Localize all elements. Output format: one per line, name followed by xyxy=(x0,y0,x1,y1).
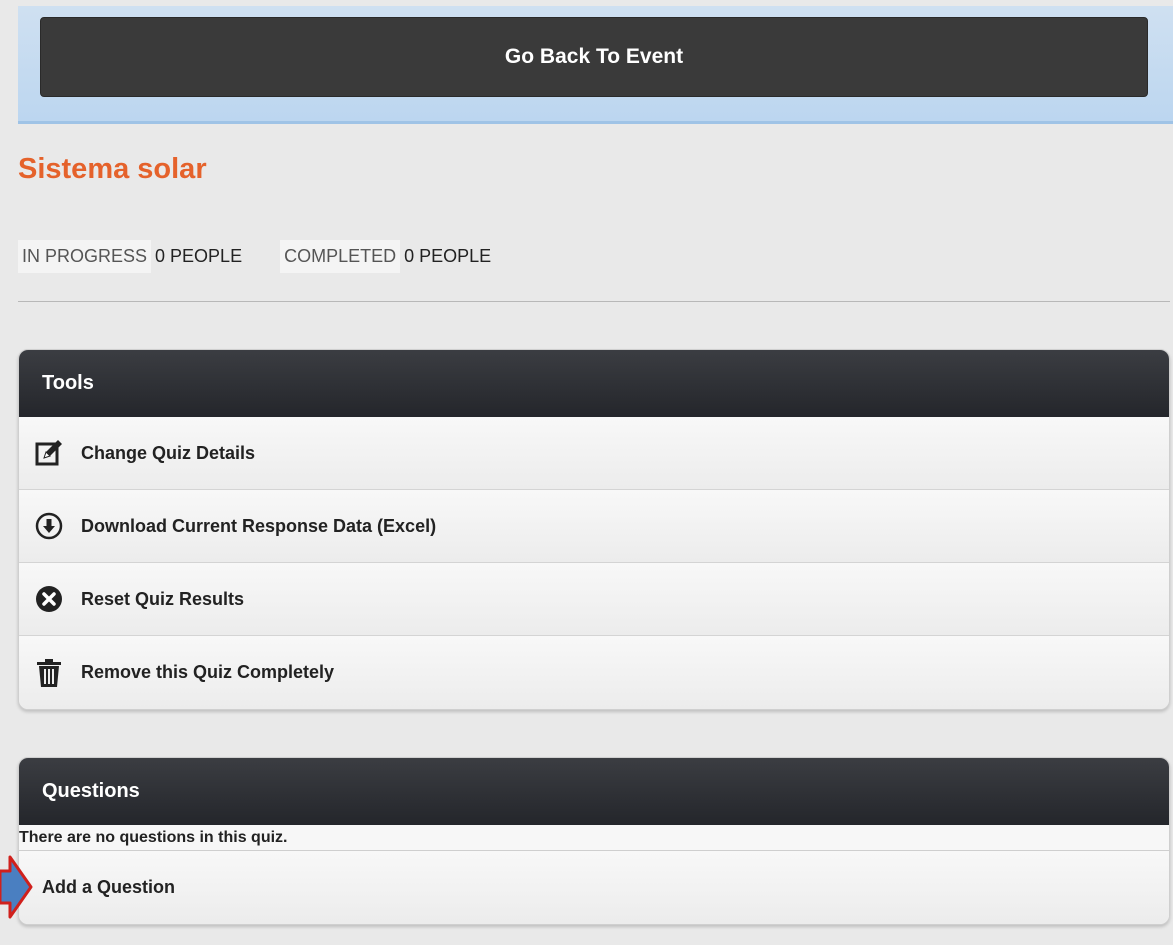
remove-quiz-button[interactable]: Remove this Quiz Completely xyxy=(19,636,1169,709)
remove-quiz-label: Remove this Quiz Completely xyxy=(81,662,335,682)
no-questions-message: There are no questions in this quiz. xyxy=(19,825,1169,851)
change-quiz-details-label: Change Quiz Details xyxy=(81,442,256,463)
reset-quiz-results-label: Reset Quiz Results xyxy=(81,588,245,609)
in-progress-value: 0 PEOPLE xyxy=(155,245,243,266)
page-title: Sistema solar xyxy=(18,153,207,185)
tools-panel: Tools Change Quiz Details Download Curre… xyxy=(18,349,1170,710)
download-response-data-label: Download Current Response Data (Excel) xyxy=(81,515,437,536)
download-circle-icon xyxy=(33,510,65,542)
add-question-button[interactable]: Add a Question xyxy=(19,851,1169,924)
completed-value: 0 PEOPLE xyxy=(404,245,492,266)
change-quiz-details-button[interactable]: Change Quiz Details xyxy=(19,417,1169,490)
tools-heading: Tools xyxy=(19,350,1169,417)
questions-panel: Questions There are no questions in this… xyxy=(18,757,1170,925)
go-back-button[interactable]: Go Back To Event xyxy=(40,17,1148,97)
reset-quiz-results-button[interactable]: Reset Quiz Results xyxy=(19,563,1169,636)
divider xyxy=(18,301,1170,302)
top-bar: Go Back To Event xyxy=(18,6,1173,124)
add-question-label: Add a Question xyxy=(42,877,176,897)
quiz-stats: IN PROGRESS 0 PEOPLE COMPLETED 0 PEOPLE xyxy=(18,239,529,273)
in-progress-label: IN PROGRESS xyxy=(18,239,152,273)
trash-icon xyxy=(33,657,65,689)
questions-heading: Questions xyxy=(19,758,1169,825)
edit-icon xyxy=(33,437,65,469)
close-circle-icon xyxy=(33,583,65,615)
completed-label: COMPLETED xyxy=(280,239,401,273)
download-response-data-button[interactable]: Download Current Response Data (Excel) xyxy=(19,490,1169,563)
arrow-marker-icon xyxy=(0,855,33,919)
